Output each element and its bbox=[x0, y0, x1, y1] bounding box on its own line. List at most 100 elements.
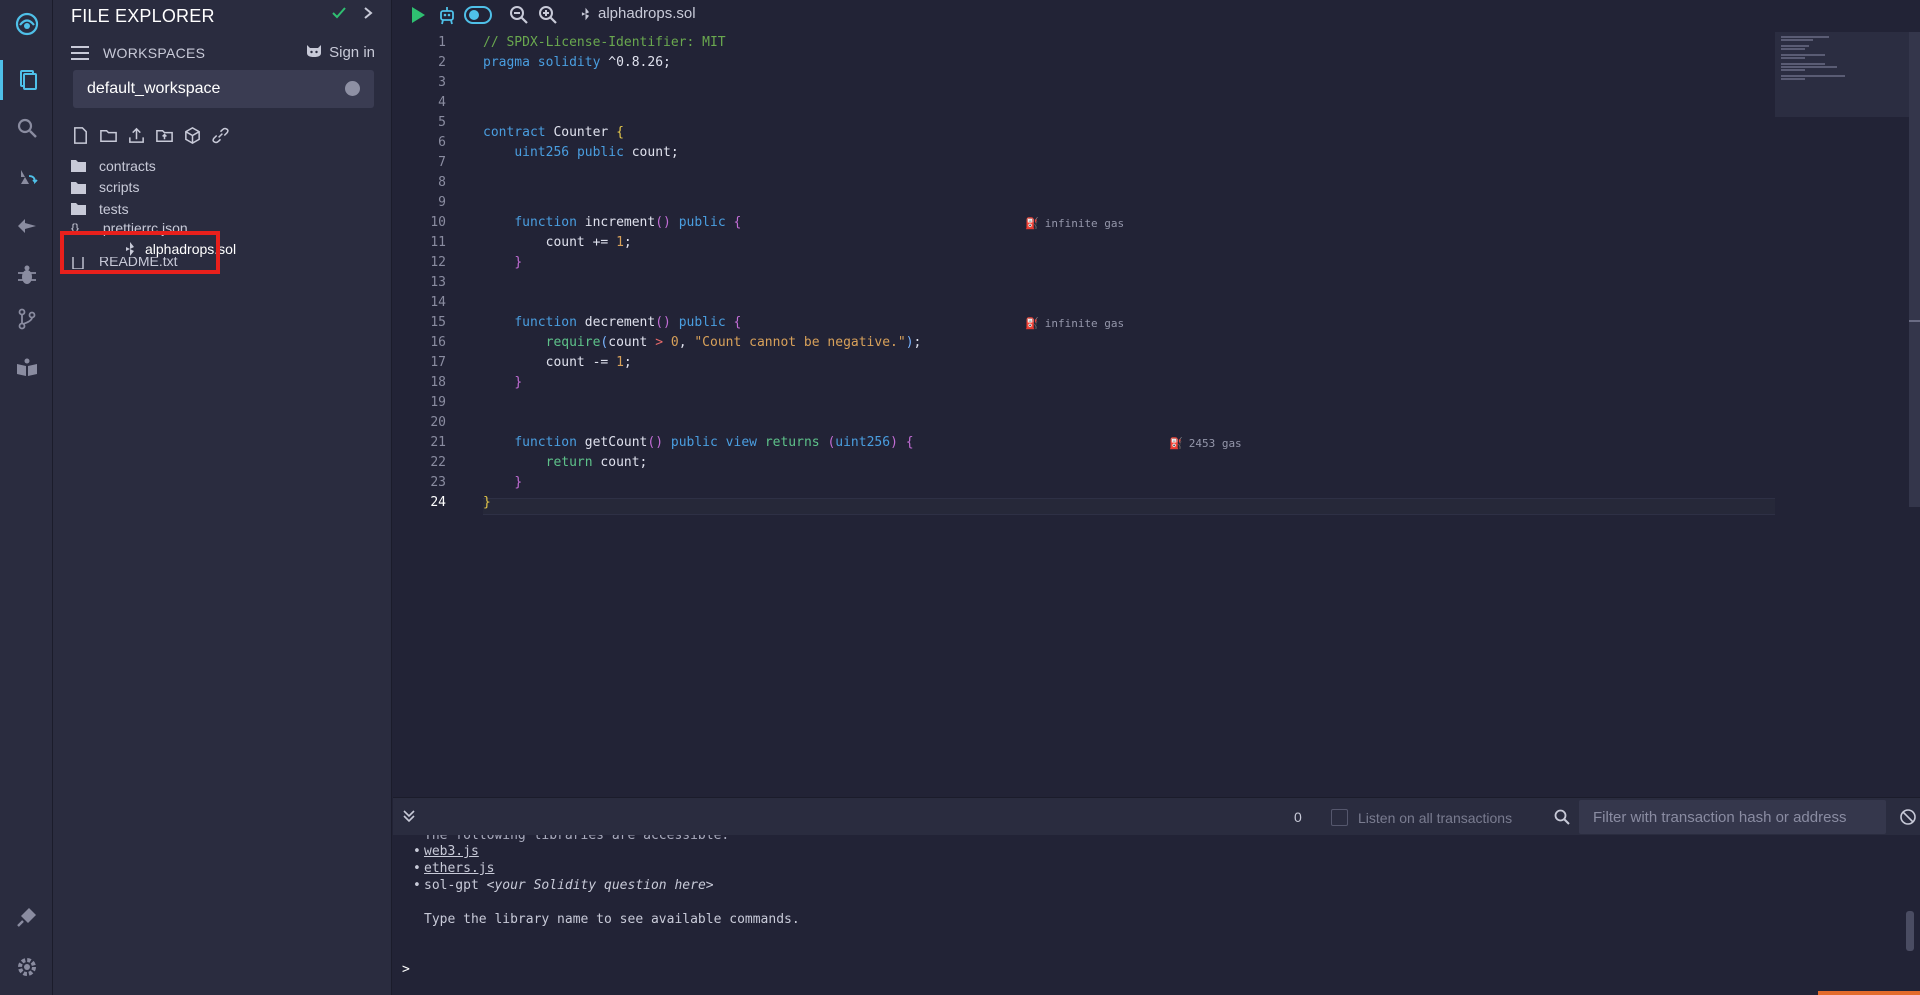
line-number: 24 bbox=[430, 495, 446, 510]
gas-estimate-getcount: ⛽ 2453 gas bbox=[1169, 436, 1242, 450]
solidity-file-icon bbox=[581, 7, 590, 20]
scrollbar-position-marker bbox=[1909, 320, 1920, 322]
tree-folder-scripts[interactable]: scripts bbox=[71, 177, 371, 199]
run-play-icon[interactable] bbox=[407, 4, 429, 26]
line-number: 19 bbox=[430, 395, 446, 410]
ai-robot-icon[interactable] bbox=[436, 4, 458, 26]
terminal-sol-gpt: • sol-gpt <your Solidity question here> bbox=[413, 878, 714, 893]
editor-scrollbar[interactable] bbox=[1909, 32, 1920, 507]
workspaces-row: WORKSPACES Sign in bbox=[71, 42, 375, 64]
code-line-20: function getCount() public view returns … bbox=[514, 435, 914, 450]
checkmark-icon bbox=[331, 6, 347, 25]
sign-in-label: Sign in bbox=[329, 43, 375, 61]
upload-folder-icon[interactable] bbox=[155, 126, 174, 145]
pending-tx-count: 0 bbox=[1294, 809, 1302, 825]
zoom-in-icon[interactable] bbox=[537, 4, 559, 26]
tree-folder-contracts[interactable]: contracts bbox=[71, 155, 371, 177]
transaction-filter-input[interactable]: Filter with transaction hash or address bbox=[1579, 800, 1886, 834]
search-icon[interactable] bbox=[0, 108, 53, 148]
code-line-2: pragma solidity ^0.8.26; bbox=[483, 55, 671, 70]
ipfs-icon[interactable] bbox=[183, 126, 202, 145]
code-editor[interactable]: 1 2 3 4 5 6 7 8 9 10 11 12 13 14 15 16 17 18 19 20 21 22 23 24 … bbox=[393, 32, 1775, 797]
line-number: 6 bbox=[438, 135, 446, 150]
workspace-name: default_workspace bbox=[87, 80, 221, 97]
tree-folder-tests[interactable]: tests bbox=[71, 198, 371, 220]
sign-in-button[interactable]: Sign in bbox=[305, 42, 375, 62]
git-icon[interactable] bbox=[0, 299, 53, 339]
hamburger-menu-icon[interactable] bbox=[71, 45, 91, 61]
new-file-icon[interactable] bbox=[71, 126, 90, 145]
code-line-1: // SPDX-License-Identifier: MIT bbox=[483, 35, 726, 50]
plugin-manager-icon[interactable] bbox=[0, 897, 53, 937]
line-number: 7 bbox=[438, 155, 446, 170]
gas-pump-icon: ⛽ bbox=[1169, 436, 1183, 450]
code-line-11: } bbox=[514, 255, 523, 270]
learneth-icon[interactable] bbox=[0, 348, 53, 388]
settings-gear-icon[interactable] bbox=[0, 947, 53, 987]
line-number: 18 bbox=[430, 375, 446, 390]
web3-link[interactable]: web3.js bbox=[424, 844, 479, 859]
line-number: 9 bbox=[438, 195, 446, 210]
solidity-compiler-icon[interactable] bbox=[0, 158, 53, 198]
folder-icon bbox=[71, 181, 86, 194]
ai-toggle-switch[interactable] bbox=[463, 4, 493, 26]
collapse-chevrons-icon[interactable] bbox=[401, 808, 417, 824]
link-icon[interactable] bbox=[211, 126, 230, 145]
debugger-icon[interactable] bbox=[0, 255, 53, 295]
line-number: 22 bbox=[430, 455, 446, 470]
code-line-22: } bbox=[514, 475, 523, 490]
tree-label: contracts bbox=[99, 157, 156, 174]
line-number: 5 bbox=[438, 115, 446, 130]
line-number: 15 bbox=[430, 315, 446, 330]
zoom-out-icon[interactable] bbox=[508, 4, 530, 26]
file-actions bbox=[71, 126, 230, 145]
code-minimap[interactable] bbox=[1775, 32, 1909, 117]
workspaces-label: WORKSPACES bbox=[103, 45, 206, 61]
file-explorer-icon[interactable] bbox=[0, 60, 53, 100]
code-line-21: return count; bbox=[545, 455, 648, 470]
folder-icon bbox=[71, 203, 86, 216]
terminal-output[interactable]: The following libraries are accessible: … bbox=[393, 835, 1920, 995]
code-line-15: require(count > 0, "Count cannot be nega… bbox=[545, 335, 922, 350]
line-number: 21 bbox=[430, 435, 446, 450]
upload-file-icon[interactable] bbox=[127, 126, 146, 145]
tab-label: alphadrops.sol bbox=[598, 5, 696, 22]
tree-label: tests bbox=[99, 200, 129, 217]
listen-all-transactions[interactable]: Listen on all transactions bbox=[1331, 809, 1512, 826]
status-strip bbox=[1818, 991, 1920, 995]
remix-ide: FILE EXPLORER WORKSPACES Sign in default… bbox=[0, 0, 1920, 995]
gas-estimate-decrement: ⛽ infinite gas bbox=[1025, 316, 1125, 330]
remix-logo-icon[interactable] bbox=[0, 4, 53, 44]
line-number: 8 bbox=[438, 175, 446, 190]
line-number: 14 bbox=[430, 295, 446, 310]
icon-bar bbox=[0, 0, 53, 995]
line-number: 13 bbox=[430, 275, 446, 290]
new-folder-icon[interactable] bbox=[99, 126, 118, 145]
code-line-16: count -= 1; bbox=[545, 355, 632, 370]
clear-console-icon[interactable] bbox=[1899, 808, 1917, 826]
line-number: 10 bbox=[430, 215, 446, 230]
gas-pump-icon: ⛽ bbox=[1025, 216, 1039, 230]
github-icon bbox=[305, 42, 323, 62]
editor-toolbar: alphadrops.sol bbox=[393, 0, 1920, 30]
listen-checkbox[interactable] bbox=[1331, 809, 1348, 826]
workspace-select[interactable]: default_workspace bbox=[73, 70, 374, 108]
ethers-link[interactable]: ethers.js bbox=[424, 861, 494, 876]
file-explorer-panel: FILE EXPLORER WORKSPACES Sign in default… bbox=[53, 0, 392, 995]
terminal-prompt[interactable]: > bbox=[402, 962, 410, 977]
line-number: 2 bbox=[438, 55, 446, 70]
tab-alphadrops[interactable]: alphadrops.sol bbox=[581, 5, 696, 22]
terminal-scrollbar[interactable] bbox=[1906, 911, 1914, 951]
code-line-17: } bbox=[514, 375, 523, 390]
code-line-6: uint256 public count; bbox=[514, 145, 679, 160]
line-number: 3 bbox=[438, 75, 446, 90]
line-number: 4 bbox=[438, 95, 446, 110]
folder-icon bbox=[71, 160, 86, 173]
highlight-annotation-box bbox=[60, 231, 220, 274]
line-number: 20 bbox=[430, 415, 446, 430]
deploy-run-icon[interactable] bbox=[0, 206, 53, 246]
code-line-9: function increment() public { bbox=[514, 215, 742, 230]
chevron-right-icon[interactable] bbox=[363, 6, 373, 25]
gas-pump-icon: ⛽ bbox=[1025, 316, 1039, 330]
line-number: 17 bbox=[430, 355, 446, 370]
